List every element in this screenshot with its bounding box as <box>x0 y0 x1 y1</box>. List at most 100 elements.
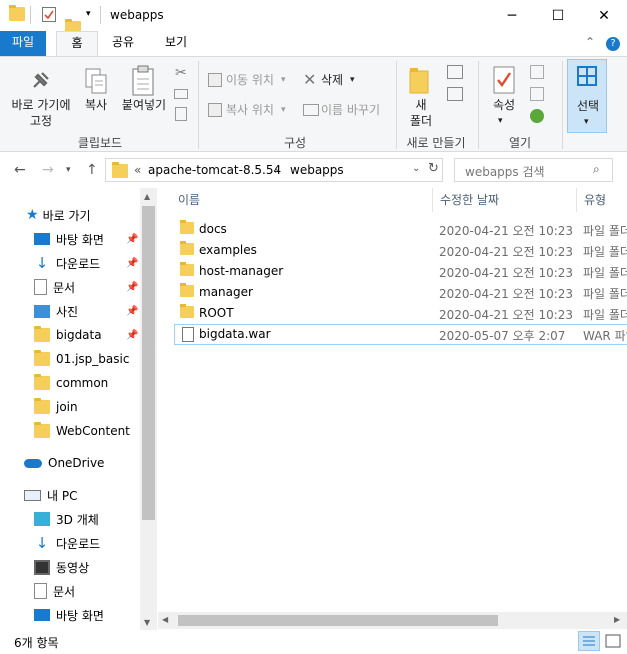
group-separator <box>198 61 199 149</box>
breadcrumb-apache-tomcat[interactable]: apache-tomcat-8.5.54 <box>148 163 281 177</box>
scroll-down-icon[interactable]: ▼ <box>144 618 150 627</box>
large-icons-view-icon[interactable] <box>604 632 622 650</box>
file-row-root[interactable]: ROOT 2020-04-21 오전 10:23 파일 폴더 <box>174 303 627 324</box>
copy-to-icon[interactable] <box>208 103 222 117</box>
new-folder-button[interactable]: 새 <box>406 97 436 113</box>
file-list: ⌃ 이름 수정한 날짜 유형 docs 2020-04-21 오전 10:23 … <box>158 188 627 612</box>
file-type: 파일 폴더 <box>583 224 627 238</box>
delete-icon[interactable]: ✕ <box>303 70 316 89</box>
document-icon <box>34 583 47 599</box>
horizontal-scrollbar-thumb[interactable] <box>178 615 498 626</box>
file-row-examples[interactable]: examples 2020-04-21 오전 10:23 파일 폴더 <box>174 240 627 261</box>
edit-icon[interactable] <box>530 87 544 101</box>
open-icon[interactable] <box>530 65 544 79</box>
file-icon <box>182 327 194 342</box>
paste-button[interactable]: 붙여넣기 <box>116 97 172 113</box>
open-group-label: 열기 <box>508 136 532 150</box>
scroll-right-icon[interactable]: ▶ <box>614 615 620 624</box>
properties-large-icon[interactable] <box>492 65 516 95</box>
group-separator <box>562 61 563 149</box>
search-box[interactable]: webapps 검색 ⌕ <box>454 158 613 182</box>
tab-home[interactable]: 홈 <box>56 31 98 56</box>
nav-this-pc-label: 내 PC <box>47 488 78 503</box>
file-row-host-manager[interactable]: host-manager 2020-04-21 오전 10:23 파일 폴더 <box>174 261 627 282</box>
history-icon[interactable] <box>530 109 544 123</box>
pinned-icon[interactable]: 📌 <box>126 234 138 245</box>
item-count: 6개 항목 <box>14 636 59 650</box>
file-date: 2020-04-21 오전 10:23 <box>439 308 574 322</box>
file-type: 파일 폴더 <box>583 287 627 301</box>
rename-icon[interactable] <box>303 104 319 116</box>
copy-path-icon[interactable] <box>174 89 188 99</box>
folder-icon <box>34 398 50 414</box>
move-to-button[interactable]: 이동 위치 <box>226 72 274 88</box>
new-item-icon[interactable] <box>447 65 463 79</box>
file-date: 2020-04-21 오전 10:23 <box>439 287 574 301</box>
paste-shortcut-icon[interactable] <box>175 107 187 121</box>
close-button[interactable]: ✕ <box>581 0 627 31</box>
delete-button[interactable]: 삭제 <box>321 72 343 88</box>
desktop-icon <box>34 233 50 245</box>
file-row-manager[interactable]: manager 2020-04-21 오전 10:23 파일 폴더 <box>174 282 627 303</box>
scroll-up-icon[interactable]: ▲ <box>144 192 150 201</box>
move-to-icon[interactable] <box>208 73 222 87</box>
back-arrow-icon[interactable]: ← <box>14 162 26 178</box>
column-separator[interactable] <box>576 188 577 212</box>
file-row-docs[interactable]: docs 2020-04-21 오전 10:23 파일 폴더 <box>174 219 627 240</box>
up-arrow-icon[interactable]: ↑ <box>86 162 98 178</box>
group-separator <box>478 61 479 149</box>
maximize-button[interactable]: ☐ <box>535 0 581 31</box>
file-name: manager <box>199 285 253 299</box>
rename-button[interactable]: 이름 바꾸기 <box>321 102 380 118</box>
properties-button[interactable]: 속성 <box>488 97 520 113</box>
file-type: WAR 파일 <box>583 329 627 343</box>
breadcrumb-separator[interactable]: › <box>274 163 279 177</box>
address-bar[interactable]: « apache-tomcat-8.5.54 › webapps ⌄ ↻ <box>105 158 443 182</box>
column-header-type[interactable]: 유형 <box>584 188 606 212</box>
pin-to-quick-access-button[interactable]: 바로 가기에 <box>4 97 78 113</box>
breadcrumb-overflow[interactable]: « <box>134 163 141 177</box>
column-separator[interactable] <box>432 188 433 212</box>
forward-arrow-icon[interactable]: → <box>42 162 54 178</box>
help-icon[interactable]: ? <box>603 31 623 56</box>
easy-access-icon[interactable] <box>447 87 463 101</box>
breadcrumb-webapps[interactable]: webapps <box>290 163 344 177</box>
recent-locations-icon[interactable]: ▾ <box>66 165 71 175</box>
pinned-icon[interactable]: 📌 <box>126 330 138 341</box>
pinned-icon[interactable]: 📌 <box>126 282 138 293</box>
scroll-left-icon[interactable]: ◀ <box>162 615 168 624</box>
new-folder-large-icon[interactable] <box>408 65 432 95</box>
copy-to-button[interactable]: 복사 위치 <box>226 102 274 118</box>
column-header-date-modified[interactable]: 수정한 날짜 <box>440 188 499 212</box>
pinned-icon[interactable]: 📌 <box>126 306 138 317</box>
pin-icon[interactable] <box>28 67 54 93</box>
column-header-name[interactable]: 이름 <box>178 188 200 212</box>
select-button[interactable]: 선택 ▾ <box>567 59 607 133</box>
tab-view[interactable]: 보기 <box>155 31 197 56</box>
copy-button[interactable]: 복사 <box>78 97 114 113</box>
refresh-icon[interactable]: ↻ <box>428 161 439 176</box>
chevron-down-icon: ▾ <box>498 116 503 126</box>
minimize-button[interactable]: ─ <box>489 0 535 31</box>
search-icon[interactable]: ⌕ <box>593 162 600 177</box>
file-row-bigdata-war[interactable]: bigdata.war 2020-05-07 오후 2:07 WAR 파일 <box>174 324 627 345</box>
tab-file[interactable]: 파일 <box>0 31 46 56</box>
address-history-icon[interactable]: ⌄ <box>412 163 420 174</box>
copy-icon[interactable] <box>84 67 108 95</box>
customize-toolbar-icon[interactable]: ▾ <box>86 9 91 19</box>
folder-icon <box>34 326 50 342</box>
cut-icon[interactable]: ✂ <box>175 65 187 81</box>
new-folder-label: 폴더 <box>409 114 433 128</box>
nav-scrollbar-thumb[interactable] <box>142 206 155 520</box>
nav-quick-access-label: 바로 가기 <box>42 208 91 223</box>
pinned-icon[interactable]: 📌 <box>126 258 138 269</box>
computer-icon <box>24 489 41 501</box>
properties-icon[interactable] <box>42 7 56 22</box>
search-input[interactable]: webapps 검색 <box>465 163 545 180</box>
tab-share[interactable]: 공유 <box>102 31 144 56</box>
details-view-icon[interactable] <box>578 631 600 651</box>
document-icon <box>34 279 47 295</box>
paste-icon[interactable] <box>131 65 157 97</box>
folder-icon <box>180 304 194 318</box>
collapse-ribbon-icon[interactable]: ⌃ <box>580 31 600 56</box>
